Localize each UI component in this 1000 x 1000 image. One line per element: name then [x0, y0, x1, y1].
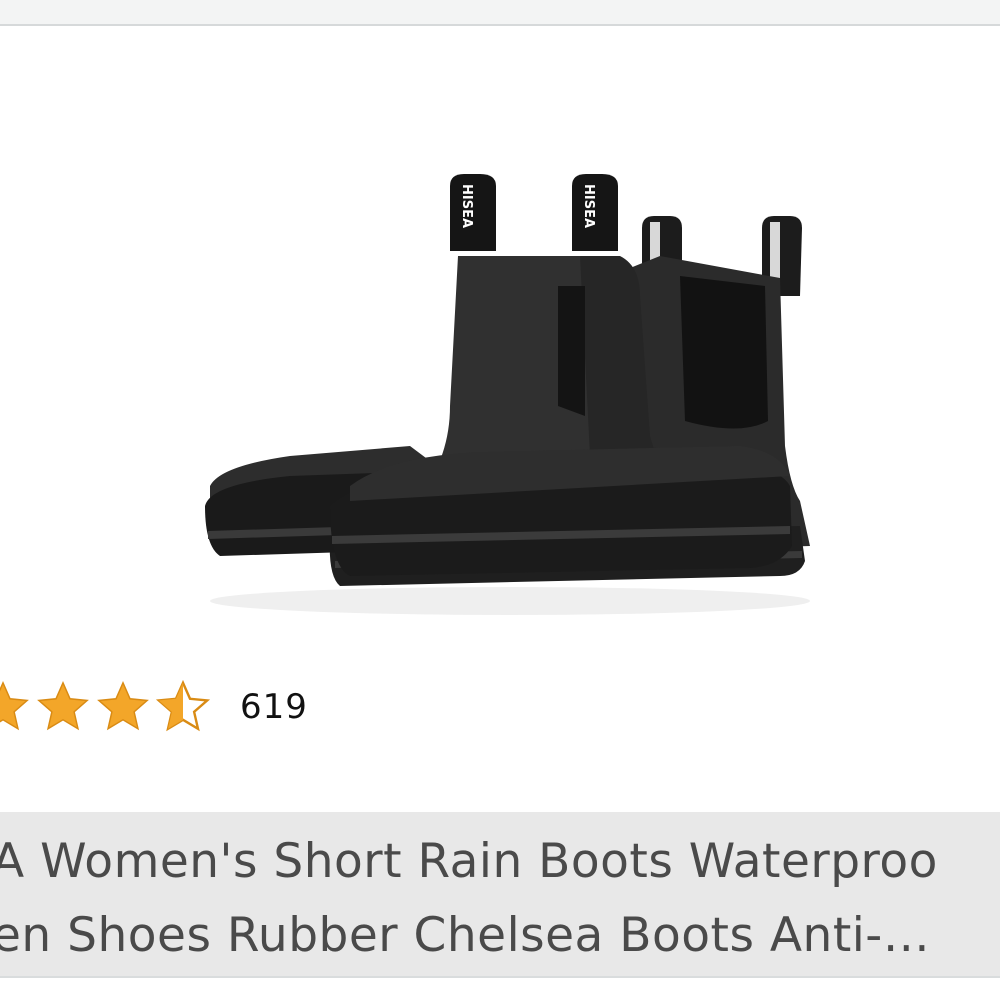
boot-shadow — [210, 587, 810, 615]
product-title-line-2: en Shoes Rubber Chelsea Boots Anti-… — [0, 908, 931, 963]
product-title-line-1: A Women's Short Rain Boots Waterproo — [0, 834, 938, 889]
bottom-separator — [0, 976, 1000, 1000]
star-full-icon — [97, 681, 149, 731]
left-tab-brand: HISEA — [459, 184, 474, 228]
star-half-icon — [155, 679, 211, 732]
product-title[interactable]: A Women's Short Rain Boots Waterproo en … — [0, 812, 1000, 1000]
product-card[interactable]: HISEA HISEA 619 A Women's Short Rain Boo… — [0, 26, 1000, 1000]
top-separator — [0, 0, 1000, 26]
rating-row[interactable]: 619 — [0, 672, 308, 742]
star-full-icon — [0, 681, 29, 731]
product-card-page: HISEA HISEA 619 A Women's Short Rain Boo… — [0, 0, 1000, 1000]
star-full-icon — [37, 681, 89, 731]
product-image[interactable]: HISEA HISEA — [180, 156, 820, 626]
right-tab-brand: HISEA — [581, 184, 596, 228]
review-count[interactable]: 619 — [240, 687, 308, 727]
